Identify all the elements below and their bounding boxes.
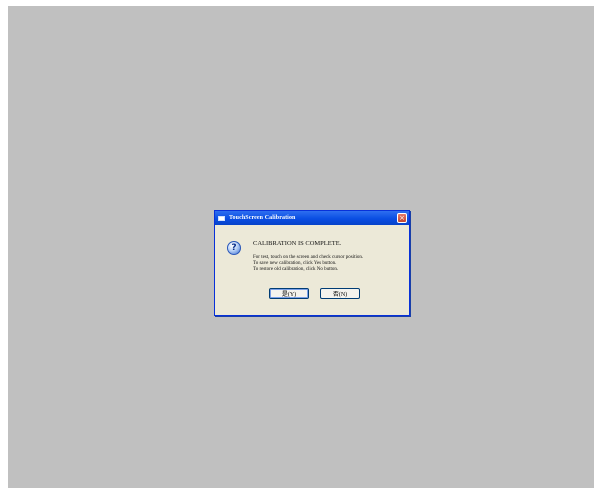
desktop-background: TouchScreen Calibration × ? CALIBRATION …	[8, 6, 594, 488]
message-area: CALIBRATION IS COMPLETE. For test, touch…	[253, 240, 363, 273]
question-icon: ?	[227, 241, 241, 255]
no-button[interactable]: 否(N)	[320, 288, 360, 299]
yes-button[interactable]: 是(Y)	[269, 288, 309, 299]
calibration-dialog: TouchScreen Calibration × ? CALIBRATION …	[214, 210, 410, 316]
window-icon	[218, 215, 225, 221]
dialog-body: ? CALIBRATION IS COMPLETE. For test, tou…	[215, 225, 409, 315]
message-line-restore: To restore old calibration, click No but…	[253, 267, 339, 272]
close-button[interactable]: ×	[397, 213, 407, 223]
dialog-titlebar[interactable]: TouchScreen Calibration ×	[215, 211, 409, 225]
message-heading: CALIBRATION IS COMPLETE.	[253, 240, 342, 247]
dialog-title: TouchScreen Calibration	[229, 215, 296, 221]
button-row: 是(Y) 否(N)	[269, 288, 360, 299]
